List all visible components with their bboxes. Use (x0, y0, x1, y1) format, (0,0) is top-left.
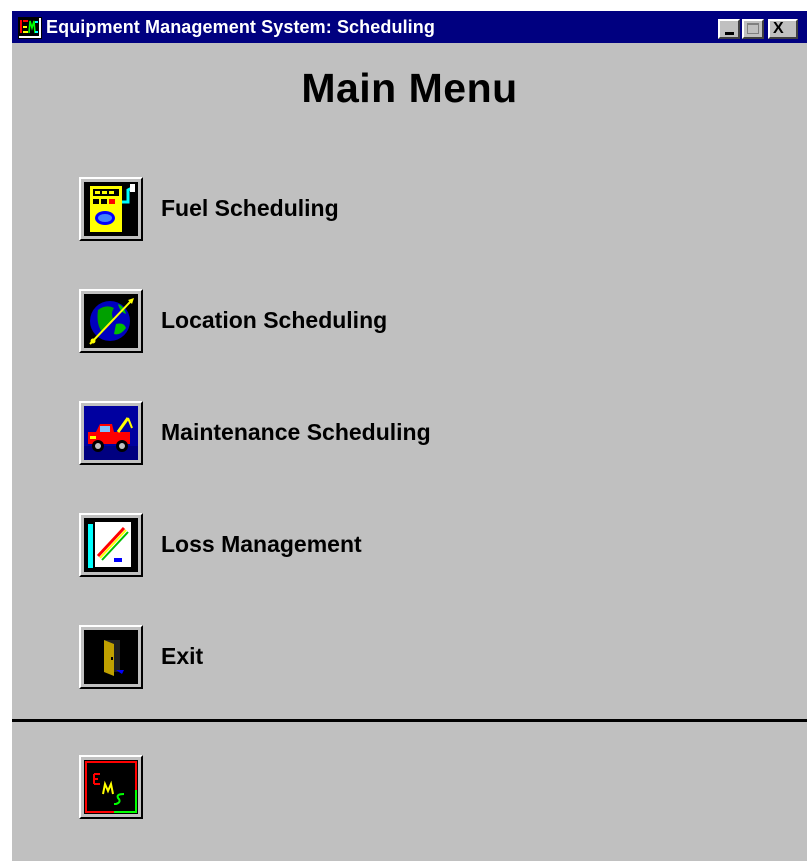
menu-item-loss-management: Loss Management (79, 513, 599, 577)
close-icon: X (773, 20, 784, 37)
exit-button[interactable] (79, 625, 143, 689)
globe-icon (84, 294, 138, 348)
title-bar[interactable]: Equipment Management System: Scheduling … (12, 11, 807, 43)
ems-logo-icon (84, 760, 138, 814)
ems-logo-button[interactable] (79, 755, 143, 819)
loss-management-label[interactable]: Loss Management (161, 531, 362, 558)
divider (12, 719, 807, 722)
maintenance-scheduling-button[interactable] (79, 401, 143, 465)
exit-door-icon (84, 630, 138, 684)
fuel-pump-icon (84, 182, 138, 236)
app-window: Equipment Management System: Scheduling … (12, 11, 807, 861)
page-title: Main Menu (301, 65, 518, 111)
ems-app-icon[interactable] (18, 17, 42, 39)
exit-label[interactable]: Exit (161, 643, 203, 670)
maximize-icon (747, 23, 759, 34)
fuel-scheduling-button[interactable] (79, 177, 143, 241)
chart-document-icon (84, 518, 138, 572)
location-scheduling-button[interactable] (79, 289, 143, 353)
maintenance-scheduling-label[interactable]: Maintenance Scheduling (161, 419, 431, 446)
maximize-button[interactable] (742, 19, 764, 39)
menu-item-location-scheduling: Location Scheduling (79, 289, 599, 353)
loss-management-button[interactable] (79, 513, 143, 577)
minimize-button[interactable] (718, 19, 740, 39)
fuel-scheduling-label[interactable]: Fuel Scheduling (161, 195, 339, 222)
menu-item-exit: Exit (79, 625, 599, 689)
location-scheduling-label[interactable]: Location Scheduling (161, 307, 387, 334)
tow-truck-icon (84, 406, 138, 460)
close-button[interactable]: X (768, 19, 798, 39)
menu-item-fuel-scheduling: Fuel Scheduling (79, 177, 599, 241)
menu-item-maintenance-scheduling: Maintenance Scheduling (79, 401, 599, 465)
minimize-icon (725, 32, 734, 35)
window-title: Equipment Management System: Scheduling (46, 17, 435, 37)
